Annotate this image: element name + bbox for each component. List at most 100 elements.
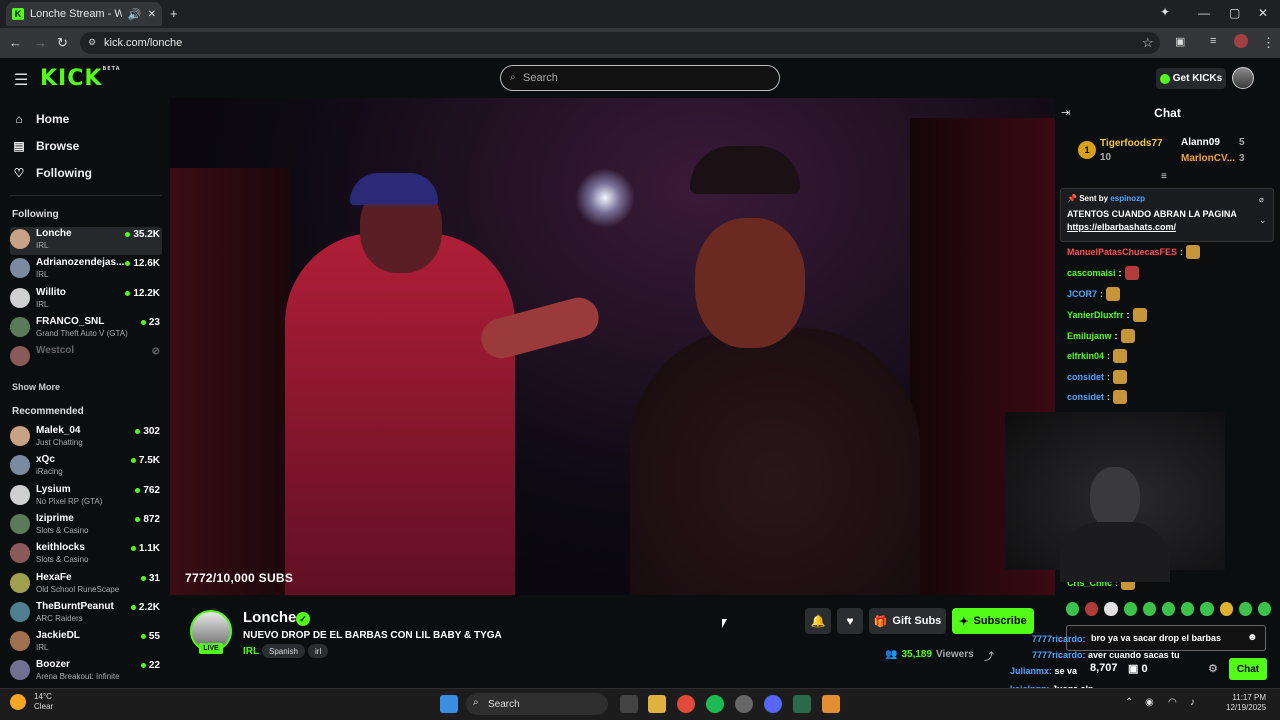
chat-username[interactable]: YanierDluxfrr xyxy=(1067,310,1124,320)
tag-irl[interactable]: irl xyxy=(308,644,329,658)
gift-subs-button[interactable]: 🎁 Gift Subs xyxy=(869,608,946,634)
quick-emote-icon[interactable] xyxy=(1161,602,1176,616)
recommended-channel[interactable]: Iziprime Slots & Casino 872 xyxy=(10,512,162,540)
share-icon[interactable]: ⤴ xyxy=(984,648,994,663)
chat-username[interactable]: cascomaisi xyxy=(1067,268,1116,278)
following-channel[interactable]: Adrianozendejas... IRL 12.6K xyxy=(10,256,162,284)
subscribe-button[interactable]: ✦ Subscribe xyxy=(952,608,1034,634)
send-chat-button[interactable]: Chat xyxy=(1229,658,1267,680)
address-bar[interactable]: ⚙ kick.com/lonche xyxy=(80,32,1160,54)
pinned-link[interactable]: https://elbarbashats.com/ xyxy=(1067,222,1176,232)
hamburger-menu-icon[interactable]: ☰ xyxy=(14,70,28,90)
app-icon-2[interactable] xyxy=(822,695,840,713)
quick-emote-icon[interactable] xyxy=(1219,602,1233,616)
leaderboard-user-1[interactable]: Tigerfoods77 xyxy=(1100,138,1163,149)
quick-emote-icon[interactable] xyxy=(1123,602,1137,616)
bookmark-star-icon[interactable]: ☆ xyxy=(1142,35,1154,51)
taskbar-search[interactable]: ⌕ Search xyxy=(466,693,608,715)
quick-emote-icon[interactable] xyxy=(1066,602,1080,616)
cast-icon[interactable]: ▣ xyxy=(1175,35,1185,48)
file-explorer-icon[interactable] xyxy=(648,695,666,713)
nav-following[interactable]: ♡ Following xyxy=(12,166,92,180)
follow-heart-button[interactable]: ♥ xyxy=(837,608,863,634)
quick-emote-icon[interactable] xyxy=(1181,602,1195,616)
following-channel[interactable]: Willito IRL 12.2K xyxy=(10,286,162,314)
following-channel[interactable]: Westcol ⊘ xyxy=(10,344,162,372)
forward-icon[interactable]: → xyxy=(34,35,47,50)
tab-close-icon[interactable]: ✕ xyxy=(148,9,156,20)
tray-app-icon[interactable]: ◉ xyxy=(1145,697,1154,708)
quick-emote-icon[interactable] xyxy=(1238,602,1252,616)
stream-category[interactable]: IRL xyxy=(243,646,259,657)
following-channel[interactable]: FRANCO_SNL Grand Theft Auto V (GTA) 23 xyxy=(10,315,162,343)
menu-kebab-icon[interactable]: ⋮ xyxy=(1262,35,1275,51)
following-channel[interactable]: Lonche IRL 35.2K xyxy=(10,227,162,255)
spotify-icon[interactable] xyxy=(706,695,724,713)
user-avatar[interactable] xyxy=(1232,67,1254,89)
search-input[interactable]: ⌕ Search xyxy=(500,65,780,91)
gift-count[interactable]: ▣ 0 xyxy=(1128,662,1148,675)
close-window-button[interactable]: ✕ xyxy=(1258,6,1268,20)
recommended-channel[interactable]: Lysium No Pixel RP (GTA) 762 xyxy=(10,483,162,511)
quick-emote-icon[interactable] xyxy=(1085,602,1099,616)
chrome-icon[interactable] xyxy=(677,695,695,713)
discord-icon[interactable] xyxy=(764,695,782,713)
recommended-channel[interactable]: HexaFe Old School RuneScape 31 xyxy=(10,571,162,599)
chat-username[interactable]: considet xyxy=(1067,392,1104,402)
tag-spanish[interactable]: Spanish xyxy=(262,644,305,658)
leaderboard-user-2[interactable]: Alann09 xyxy=(1181,137,1220,148)
app-icon[interactable] xyxy=(793,695,811,713)
quick-emote-icon[interactable] xyxy=(1200,602,1214,616)
windows-start-icon[interactable] xyxy=(440,695,458,713)
task-view-icon[interactable] xyxy=(620,695,638,713)
site-info-icon[interactable]: ⚙ xyxy=(88,37,96,48)
weather-widget[interactable]: 14°C Clear xyxy=(10,692,53,712)
recommended-channel[interactable]: xQc iRacing 7.5K xyxy=(10,453,162,481)
obs-icon[interactable] xyxy=(735,695,753,713)
emoji-picker-icon[interactable]: ☻ xyxy=(1247,632,1258,643)
show-more-link[interactable]: Show More xyxy=(12,382,60,392)
streamer-name[interactable]: Lonche xyxy=(243,609,296,626)
gemini-icon[interactable]: ✦ xyxy=(1160,5,1174,19)
notifications-bell-button[interactable]: 🔔 xyxy=(805,608,831,634)
quick-emote-icon[interactable] xyxy=(1257,602,1272,616)
pinned-sender-name[interactable]: espinozp xyxy=(1110,194,1145,203)
new-tab-button[interactable]: + xyxy=(170,6,178,21)
volume-icon[interactable]: ♪ xyxy=(1190,697,1195,708)
video-player[interactable] xyxy=(170,98,1055,595)
kick-logo[interactable]: KICKBETA xyxy=(40,66,121,91)
system-clock[interactable]: 11:17 PM 12/19/2025 xyxy=(1226,693,1266,713)
recommended-channel[interactable]: TheBurntPeanut ARC Raiders 2.2K xyxy=(10,600,162,628)
chat-username[interactable]: elfrkin04 xyxy=(1067,351,1104,361)
profile-avatar[interactable] xyxy=(1234,34,1248,48)
expand-leaderboard-icon[interactable]: ≡ xyxy=(1161,171,1167,182)
chat-username[interactable]: ManuelPatasChuecasFES xyxy=(1067,247,1177,257)
wifi-icon[interactable]: ◠ xyxy=(1168,697,1177,708)
back-icon[interactable]: ← xyxy=(9,35,22,50)
viewer-number: 23 xyxy=(148,316,160,328)
quick-emote-icon[interactable] xyxy=(1104,602,1118,616)
recommended-channel[interactable]: Boozer Arena Breakout: Infinite 22 xyxy=(10,658,162,686)
nav-browse[interactable]: ▤ Browse xyxy=(12,139,79,153)
minimize-button[interactable]: — xyxy=(1198,6,1210,20)
chat-settings-gear-icon[interactable]: ⚙ xyxy=(1208,662,1218,675)
chat-username[interactable]: JCOR7 xyxy=(1067,289,1097,299)
tray-chevron-icon[interactable]: ⌃ xyxy=(1125,697,1133,708)
chat-input[interactable]: bro ya va sacar drop el barbas ☻ xyxy=(1066,625,1266,651)
recommended-channel[interactable]: Malek_04 Just Chatting 302 xyxy=(10,424,162,452)
chevron-down-icon[interactable]: ⌄ xyxy=(1259,215,1267,226)
maximize-button[interactable]: ▢ xyxy=(1229,6,1240,20)
recommended-channel[interactable]: keithlocks Slots & Casino 1.1K xyxy=(10,541,162,569)
chat-username[interactable]: Emilujanw xyxy=(1067,331,1112,341)
reload-icon[interactable]: ↻ xyxy=(57,35,68,51)
unpin-icon[interactable]: ⌀ xyxy=(1259,195,1264,204)
recommended-channel[interactable]: JackieDL IRL 55 xyxy=(10,629,162,657)
extensions-icon[interactable]: ≡ xyxy=(1210,35,1216,47)
chat-username[interactable]: considet xyxy=(1067,372,1104,382)
leaderboard-user-3[interactable]: MarlonCV... xyxy=(1181,153,1235,164)
nav-home[interactable]: ⌂ Home xyxy=(12,112,69,126)
audio-icon[interactable]: 🔊 xyxy=(128,8,142,21)
browser-tab[interactable]: K Lonche Stream - Watch Live 🔊 ✕ xyxy=(6,2,162,26)
get-kicks-button[interactable]: Get KICKs xyxy=(1156,68,1226,89)
quick-emote-icon[interactable] xyxy=(1142,602,1156,616)
